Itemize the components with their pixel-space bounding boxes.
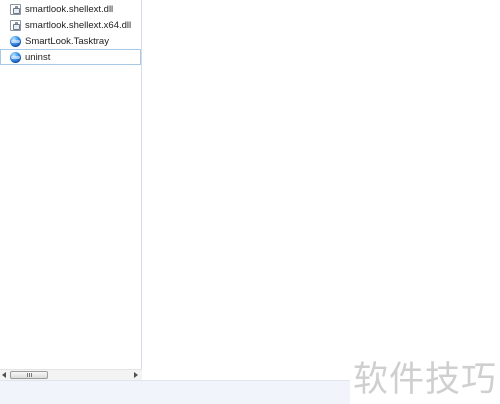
scrollbar-thumb[interactable] bbox=[10, 371, 48, 379]
application-icon bbox=[10, 51, 21, 63]
scroll-right-arrow-icon[interactable] bbox=[134, 372, 138, 378]
navigation-pane[interactable]: smartlook.shellext.dll smartlook.shellex… bbox=[0, 0, 142, 380]
content-pane[interactable] bbox=[143, 0, 500, 380]
scroll-left-arrow-icon[interactable] bbox=[2, 372, 6, 378]
file-name: smartlook.shellext.x64.dll bbox=[25, 19, 132, 31]
watermark: 软件技巧 bbox=[350, 348, 500, 404]
status-bar bbox=[0, 380, 350, 404]
file-item-smartlook-tasktray[interactable]: SmartLook.Tasktray bbox=[0, 33, 142, 49]
file-name: smartlook.shellext.dll bbox=[25, 3, 114, 15]
horizontal-scrollbar[interactable] bbox=[0, 369, 142, 380]
application-icon bbox=[10, 35, 21, 47]
file-list: smartlook.shellext.dll smartlook.shellex… bbox=[0, 1, 142, 65]
file-item-smartlook-shellext-dll[interactable]: smartlook.shellext.dll bbox=[0, 1, 142, 17]
file-item-uninst[interactable]: uninst bbox=[0, 49, 141, 65]
file-name: uninst bbox=[25, 51, 51, 63]
file-item-smartlook-shellext-x64-dll[interactable]: smartlook.shellext.x64.dll bbox=[0, 17, 142, 33]
dll-file-icon bbox=[10, 19, 21, 31]
dll-file-icon bbox=[10, 3, 21, 15]
grip-icon bbox=[27, 373, 32, 377]
file-name: SmartLook.Tasktray bbox=[25, 35, 109, 47]
